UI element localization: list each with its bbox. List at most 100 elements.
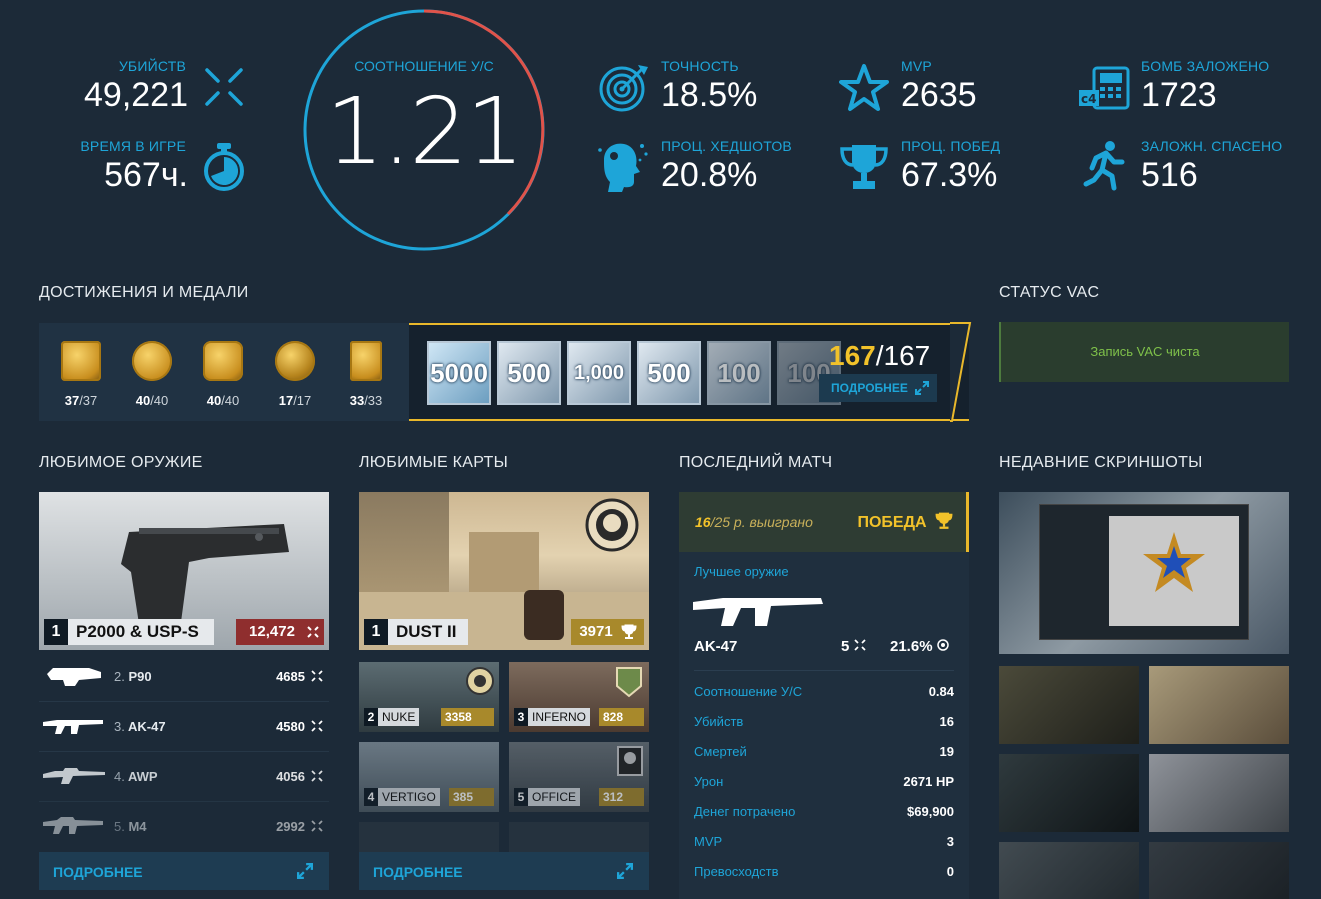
achievement-item[interactable]: 40/40 [122, 341, 182, 408]
c4-bomb-icon: c4 [1079, 66, 1130, 110]
trophy-small-icon [621, 624, 637, 639]
map-rank: 1 [364, 619, 388, 645]
map-score: 3971 [579, 623, 613, 640]
planted-label: БОМБ ЗАЛОЖЕНО [1141, 58, 1270, 74]
medal-icon [132, 341, 172, 381]
c4-label: c4 [1081, 92, 1096, 106]
awp-icon [43, 768, 105, 784]
achievements-title: ДОСТИЖЕНИЯ И МЕДАЛИ [39, 284, 249, 301]
match-header: 16/25 р. выиграно ПОБЕДА [679, 492, 969, 552]
barrel-image [524, 590, 564, 640]
screenshot-thumb[interactable] [1149, 666, 1289, 744]
achievements-more-button[interactable]: ПОДРОБНЕЕ [819, 374, 937, 402]
weapon-row[interactable]: 4. AWP 4056 [39, 752, 329, 802]
map-tile-inferno[interactable]: 3 INFERNO 828 [509, 662, 649, 732]
screenshot-thumb[interactable] [999, 842, 1139, 899]
weapon-kills: 12,472 [249, 623, 295, 640]
weapon-name: P2000 & USP-S [68, 619, 214, 645]
achievement-item[interactable]: 33/33 [336, 341, 396, 408]
match-stat-row: Убийств 16 [694, 714, 954, 729]
kills-icon [311, 670, 323, 682]
weapon-row[interactable]: 3. AK-47 4580 [39, 702, 329, 752]
kills-icon [311, 770, 323, 782]
best-weapon-hs: 21.6% [890, 638, 949, 655]
coin-500-stars[interactable]: 500 [637, 341, 701, 405]
stopwatch-icon [204, 143, 244, 191]
map-tile-more [359, 822, 499, 852]
coin-100[interactable]: 100 [707, 341, 771, 405]
wins-value: 67.3% [901, 156, 998, 194]
medal-icon [61, 341, 101, 381]
kills-icon [311, 820, 323, 832]
weapon-row[interactable]: 5. M4 2992 [39, 802, 329, 852]
headshots-label: ПРОЦ. ХЕДШОТОВ [661, 138, 792, 154]
medal-icon [350, 341, 382, 381]
top-weapon-card[interactable]: 1 P2000 & USP-S 12,472 [39, 492, 329, 650]
medal-star-icon [1143, 532, 1205, 592]
accuracy-label: ТОЧНОСТЬ [661, 58, 739, 74]
weapon-kills: 4685 [276, 669, 305, 684]
last-match-title: ПОСЛЕДНИЙ МАТЧ [679, 454, 833, 471]
wins-label: ПРОЦ. ПОБЕД [901, 138, 1001, 154]
match-stat-row: Смертей 19 [694, 744, 954, 759]
kills-value: 49,221 [84, 76, 188, 114]
match-details: Лучшее оружие AK-47 5 21.6% Соотношение … [679, 552, 969, 899]
inferno-emblem-icon [616, 667, 642, 698]
weapon-kills: 4580 [276, 719, 305, 734]
pistol-image [121, 524, 289, 624]
mvp-value: 2635 [901, 76, 977, 114]
weapon-row[interactable]: 2. P90 4685 [39, 652, 329, 702]
match-stat-row: Урон 2671 HP [694, 774, 954, 789]
maps-title: ЛЮБИМЫЕ КАРТЫ [359, 454, 509, 471]
headshot-icon [598, 143, 648, 192]
coin-1000[interactable]: 1,000 [567, 341, 631, 405]
weapon-kills: 4056 [276, 769, 305, 784]
office-emblem-icon [617, 746, 643, 776]
headshots-value: 20.8% [661, 156, 758, 194]
maps-more-button[interactable]: ПОДРОБНЕЕ [359, 852, 649, 890]
accuracy-value: 18.5% [661, 76, 758, 114]
trophy-icon [935, 512, 953, 529]
map-name: DUST II [388, 619, 468, 645]
kills-icon [853, 639, 866, 651]
screenshot-main[interactable] [999, 492, 1289, 654]
ratio-value: 1.21 [325, 78, 525, 185]
screenshots-title: НЕДАВНИЕ СКРИНШОТЫ [999, 454, 1203, 471]
match-rounds: 16/25 р. выиграно [695, 514, 813, 530]
match-stat-row: MVP 3 [694, 834, 954, 849]
match-stat-row: Соотношение У/С 0.84 [694, 684, 954, 699]
screenshot-thumb[interactable] [999, 754, 1139, 832]
map-tile-vertigo[interactable]: 4 VERTIGO 385 [359, 742, 499, 812]
match-result: ПОБЕДА [857, 512, 954, 532]
achievement-item[interactable]: 17/17 [265, 341, 325, 408]
weapon-kills: 2992 [276, 819, 305, 834]
expand-icon [617, 863, 633, 879]
dust2-emblem-icon [585, 498, 639, 552]
screenshot-thumb[interactable] [999, 666, 1139, 744]
coin-5000[interactable]: 5000 [427, 341, 491, 405]
service-coins-panel: 5000 500 1,000 500 100 100 [409, 323, 969, 421]
target-icon [599, 65, 648, 112]
kills-icon [311, 720, 323, 732]
coin-500[interactable]: 500 [497, 341, 561, 405]
target-small-icon [936, 639, 949, 651]
screenshot-thumb[interactable] [1149, 754, 1289, 832]
ratio-label: СООТНОШЕНИЕ У/С [354, 58, 494, 74]
weapons-more-button[interactable]: ПОДРОБНЕЕ [39, 852, 329, 890]
crosshair-icon [205, 68, 243, 106]
achievement-item[interactable]: 40/40 [193, 341, 253, 408]
weapons-title: ЛЮБИМОЕ ОРУЖИЕ [39, 454, 203, 471]
defused-value: 516 [1141, 156, 1198, 194]
map-tile-office[interactable]: 5 OFFICE 312 [509, 742, 649, 812]
screenshot-thumb[interactable] [1149, 842, 1289, 899]
coin-count: 167/167 [829, 340, 931, 371]
nuke-emblem-icon [466, 667, 494, 695]
best-weapon-label: Лучшее оружие [694, 564, 789, 579]
time-value: 567ч. [104, 156, 188, 194]
gold-frame-edge [950, 322, 972, 422]
map-tile-nuke[interactable]: 2 NUKE 3358 [359, 662, 499, 732]
achievement-item[interactable]: 37/37 [51, 341, 111, 408]
top-map-card[interactable]: 1 DUST II 3971 [359, 492, 649, 650]
running-man-icon [1083, 141, 1125, 191]
time-label: ВРЕМЯ В ИГРЕ [80, 138, 186, 154]
